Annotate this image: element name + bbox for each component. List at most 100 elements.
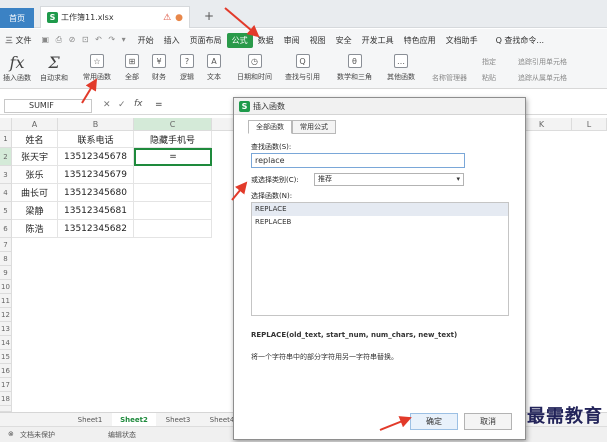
menu-view[interactable]: 视图 [305, 35, 331, 46]
tab-common-formulas[interactable]: 常用公式 [292, 120, 336, 134]
column-header[interactable]: C [134, 118, 212, 131]
row-header[interactable]: 17 [0, 378, 12, 392]
lookup-button[interactable]: Q 查找与引用 [285, 54, 320, 82]
category-label: 或选择类别(C): [251, 176, 299, 184]
row-header[interactable]: 9 [0, 266, 12, 280]
row-header[interactable]: 10 [0, 280, 12, 294]
finance-button[interactable]: ¥ 财务 [152, 54, 166, 82]
header-cell[interactable]: 姓名 [12, 131, 58, 148]
star-icon: ☆ [90, 54, 104, 68]
list-item[interactable]: REPLACEB [252, 216, 508, 229]
trace-dependents-button[interactable]: 追踪从属单元格 [518, 73, 567, 83]
tab-file[interactable]: S 工作簿11.xlsx ⚠ ● [40, 6, 190, 28]
table-cell[interactable]: 张天宇 [12, 148, 58, 166]
table-cell[interactable]: 曲长可 [12, 184, 58, 202]
yen-icon: ¥ [152, 54, 166, 68]
table-cell[interactable]: 张乐 [12, 166, 58, 184]
row-header[interactable]: 1 [0, 131, 12, 148]
column-header[interactable]: A [12, 118, 58, 131]
list-item[interactable]: REPLACE [252, 203, 508, 216]
sheet-tab-active[interactable]: Sheet2 [112, 413, 156, 427]
row-header[interactable]: 4 [0, 184, 12, 202]
tab-all-functions[interactable]: 全部函数 [248, 120, 292, 134]
name-manager-button[interactable]: 名称管理器 [432, 73, 467, 83]
menu-file[interactable]: 三 文件 [0, 35, 37, 46]
protection-status[interactable]: 文档未保护 [20, 430, 55, 440]
category-select[interactable]: 推荐 ▾ [314, 173, 464, 186]
row-header[interactable]: 15 [0, 350, 12, 364]
name-box[interactable]: SUMIF [4, 99, 92, 113]
table-cell[interactable]: 13512345678 [58, 148, 134, 166]
menu-insert[interactable]: 插入 [159, 35, 185, 46]
header-cell[interactable]: 隐藏手机号 [134, 131, 212, 148]
shield-icon: ⊗ [8, 430, 14, 438]
define-button[interactable]: 指定 [482, 57, 496, 67]
toolbar-quick-icons: ▣ ⎙ ⊘ ⊡ ↶ ↷ ▾ [41, 35, 128, 44]
table-cell[interactable]: 13512345682 [58, 220, 134, 238]
table-cell[interactable]: 13512345681 [58, 202, 134, 220]
table-cell[interactable] [134, 202, 212, 220]
tab-bar: 首页 S 工作簿11.xlsx ⚠ ● + [0, 0, 607, 28]
row-header[interactable]: 12 [0, 308, 12, 322]
paste-button[interactable]: 粘贴 [482, 73, 496, 83]
row-header[interactable]: 7 [0, 238, 12, 252]
command-search[interactable]: Q 查找命令... [491, 35, 549, 46]
row-header[interactable]: 14 [0, 336, 12, 350]
row-header[interactable]: 13 [0, 322, 12, 336]
row-header[interactable]: 3 [0, 166, 12, 184]
table-cell[interactable]: 梁静 [12, 202, 58, 220]
table-cell[interactable] [134, 166, 212, 184]
new-tab-button[interactable]: + [204, 9, 214, 23]
formula-content[interactable]: = [155, 100, 163, 110]
dialog-titlebar[interactable]: S 插入函数 [234, 98, 525, 115]
logic-button[interactable]: ? 逻辑 [180, 54, 194, 82]
function-list[interactable]: REPLACE REPLACEB [251, 202, 509, 316]
trace-precedents-button[interactable]: 追踪引用单元格 [518, 57, 567, 67]
datetime-button[interactable]: ◷ 日期和时间 [237, 54, 272, 82]
header-cell[interactable]: 联系电话 [58, 131, 134, 148]
function-search-input[interactable]: replace [251, 153, 465, 168]
sheet-tab[interactable]: Sheet1 [68, 413, 112, 427]
all-functions-button[interactable]: ⊞ 全部 [125, 54, 139, 82]
column-header[interactable]: B [58, 118, 134, 131]
menu-formula[interactable]: 公式 [226, 32, 253, 48]
other-functions-button[interactable]: … 其他函数 [387, 54, 415, 82]
row-header[interactable]: 5 [0, 202, 12, 220]
cancel-button[interactable]: 取消 [464, 413, 512, 430]
fx-icon[interactable]: fx [134, 99, 143, 109]
row-header[interactable]: 2 [0, 148, 12, 166]
menu-page-layout[interactable]: 页面布局 [185, 35, 227, 46]
table-cell[interactable] [134, 184, 212, 202]
menu-developer[interactable]: 开发工具 [357, 35, 399, 46]
table-cell[interactable]: 13512345679 [58, 166, 134, 184]
row-header[interactable]: 11 [0, 294, 12, 308]
row-header[interactable]: 16 [0, 364, 12, 378]
ok-button[interactable]: 确定 [410, 413, 458, 430]
confirm-icon[interactable]: ✓ [118, 100, 126, 110]
menu-security[interactable]: 安全 [331, 35, 357, 46]
math-button[interactable]: θ 数学和三角 [337, 54, 372, 82]
insert-function-button[interactable]: fx 插入函数 [3, 54, 31, 83]
menu-special[interactable]: 特色应用 [399, 35, 441, 46]
autosum-button[interactable]: Σ 自动求和 [40, 54, 68, 83]
spreadsheet-icon: S [239, 100, 250, 112]
table-cell[interactable]: 陈浩 [12, 220, 58, 238]
row-header[interactable]: 8 [0, 252, 12, 266]
corner-cell[interactable] [0, 118, 12, 131]
menu-review[interactable]: 审阅 [279, 35, 305, 46]
text-button[interactable]: A 文本 [207, 54, 221, 82]
table-cell[interactable]: 13512345680 [58, 184, 134, 202]
table-cell[interactable] [134, 220, 212, 238]
cancel-icon[interactable]: ✕ [103, 100, 111, 110]
menu-home[interactable]: 开始 [133, 35, 159, 46]
column-header[interactable]: L [572, 118, 607, 131]
menu-data[interactable]: 数据 [253, 35, 279, 46]
sheet-tab[interactable]: Sheet3 [156, 413, 200, 427]
active-cell[interactable]: = [134, 148, 212, 166]
row-header[interactable]: 18 [0, 392, 12, 406]
tab-home[interactable]: 首页 [0, 8, 34, 28]
menu-doc-assistant[interactable]: 文档助手 [441, 35, 483, 46]
common-functions-button[interactable]: ☆ 常用函数 [83, 54, 111, 82]
ribbon-label: 全部 [125, 73, 139, 81]
row-header[interactable]: 6 [0, 220, 12, 238]
